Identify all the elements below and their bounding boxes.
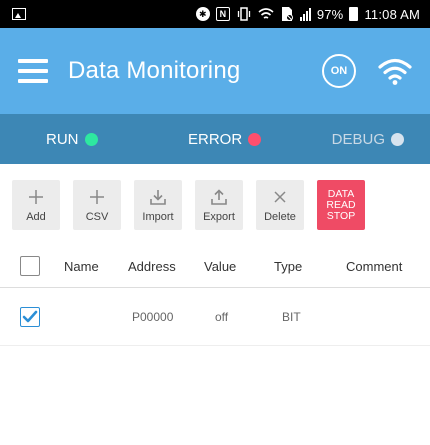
import-label: Import: [142, 211, 174, 223]
stop-label-line2: READ: [326, 198, 356, 211]
menu-icon[interactable]: [18, 59, 48, 83]
no-sim-icon: [280, 6, 294, 22]
checkmark-icon: [22, 310, 38, 323]
data-read-stop-button[interactable]: DATA READ STOP: [317, 180, 365, 230]
debug-label: DEBUG: [331, 130, 385, 148]
delete-button[interactable]: Delete: [256, 180, 304, 230]
export-label: Export: [203, 211, 235, 223]
header-address: Address: [128, 259, 176, 274]
on-toggle-button[interactable]: ON: [322, 54, 356, 88]
run-label: RUN: [46, 130, 79, 148]
header-comment: Comment: [346, 259, 403, 274]
cell-value: off: [215, 309, 229, 324]
stop-label-line1: DATA: [327, 187, 355, 200]
status-indicator-bar: RUN ERROR DEBUG: [0, 114, 430, 164]
signal-icon: [299, 7, 311, 21]
close-icon: [271, 187, 289, 207]
debug-dot-icon: [390, 132, 404, 146]
wifi-icon: [258, 6, 274, 22]
select-all-checkbox[interactable]: [20, 256, 40, 276]
header-value: Value: [204, 259, 237, 274]
table-row[interactable]: P00000 off BIT: [0, 288, 430, 346]
plus-icon: [88, 187, 106, 207]
import-button[interactable]: Import: [134, 180, 182, 230]
csv-label: CSV: [85, 211, 109, 223]
clock: 11:08 AM: [364, 6, 420, 22]
status-bar: ✱ N 97% 11:08 AM: [0, 0, 430, 28]
run-indicator: RUN: [46, 131, 98, 148]
wifi-connection-icon[interactable]: [378, 56, 412, 86]
battery-icon: [349, 7, 359, 21]
csv-button[interactable]: CSV: [73, 180, 121, 230]
row-checkbox[interactable]: [20, 307, 40, 327]
cell-type: BIT: [282, 309, 301, 324]
cell-address: P00000: [132, 309, 174, 324]
export-button[interactable]: Export: [195, 180, 243, 230]
image-icon: [12, 8, 26, 20]
table-header: Name Address Value Type Comment: [0, 246, 430, 288]
error-dot-icon: [248, 132, 262, 146]
debug-indicator: DEBUG: [332, 131, 404, 148]
download-icon: [149, 187, 167, 207]
page-title: Data Monitoring: [68, 57, 241, 84]
error-indicator: ERROR: [187, 130, 262, 148]
header-type: Type: [274, 259, 303, 274]
battery-percent: 97%: [316, 6, 344, 22]
stop-label-line3: STOP: [326, 209, 356, 222]
delete-label: Delete: [264, 211, 296, 223]
toolbar: Add CSV Import Export Delete DATA READ S…: [0, 164, 430, 246]
header-name: Name: [64, 259, 99, 274]
add-button[interactable]: Add: [12, 180, 60, 230]
bluetooth-icon: ✱: [195, 7, 210, 21]
error-label: ERROR: [187, 130, 243, 148]
upload-icon: [210, 187, 228, 207]
app-bar: Data Monitoring ON: [0, 28, 430, 114]
run-dot-icon: [84, 132, 98, 146]
nfc-icon: N: [215, 7, 230, 21]
add-label: Add: [26, 211, 46, 223]
plus-icon: [27, 187, 45, 207]
vibrate-icon: [236, 6, 252, 22]
